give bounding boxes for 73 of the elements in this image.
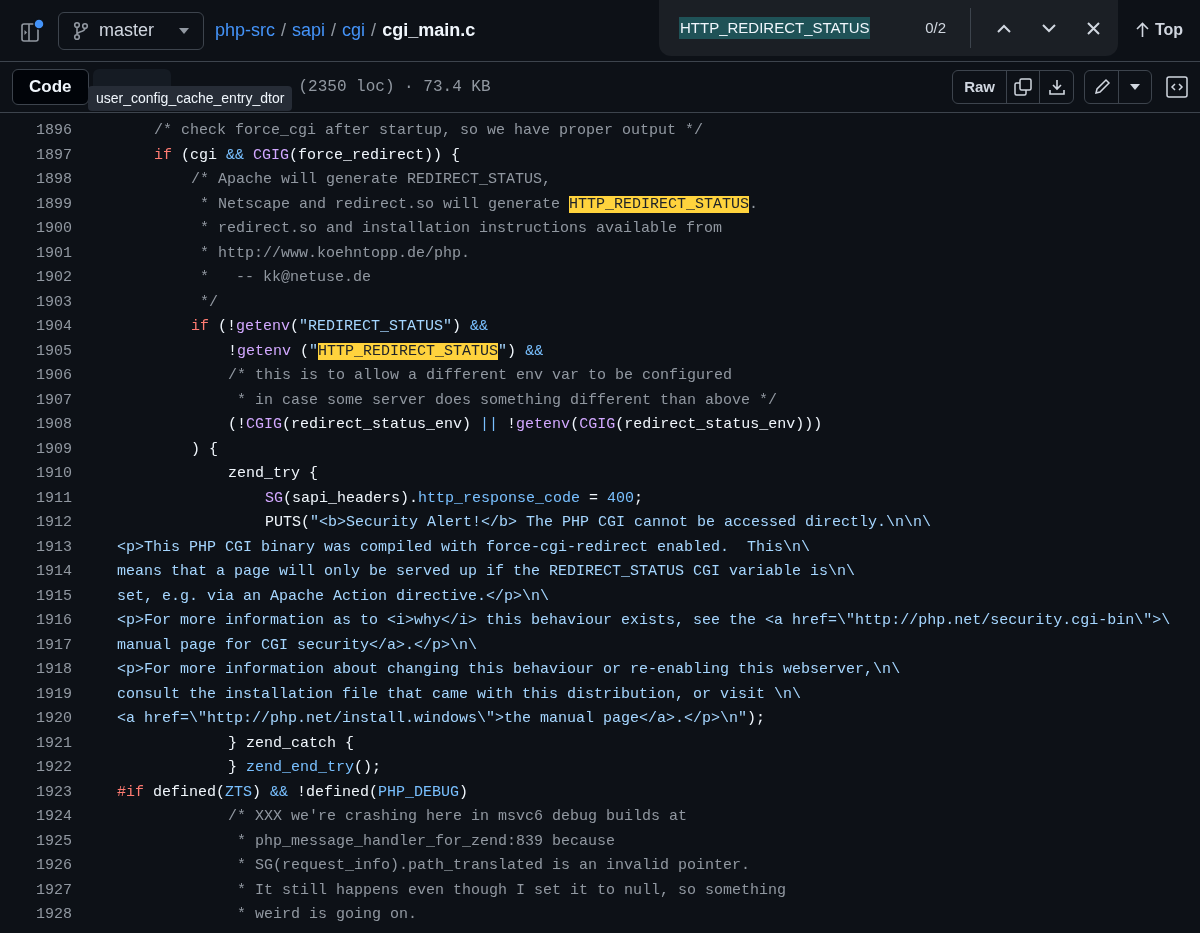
line-number: 1918 bbox=[35, 660, 72, 680]
breadcrumb-separator: / bbox=[331, 19, 337, 42]
line-number: 1914 bbox=[35, 562, 72, 582]
code-line: <p>For more information as to <i>why</i> this behaviour exists, see the <a href=\"http://php.net/security.cgi-bin\">\ bbox=[117, 611, 1171, 631]
line-number: 1900 bbox=[35, 219, 72, 239]
line-number: 1905 bbox=[35, 341, 72, 362]
line-number: 1906 bbox=[35, 366, 72, 386]
line-number: 1921 bbox=[35, 733, 72, 754]
line-number: 1922 bbox=[35, 758, 72, 778]
line-number: 1908 bbox=[35, 415, 72, 435]
breadcrumb-separator: / bbox=[371, 19, 377, 42]
code-line: <p>For more information about changing this behaviour or re-enabling this webserver,\n\ bbox=[117, 660, 901, 680]
breadcrumb-separator: / bbox=[281, 19, 287, 42]
code-line: } zend_end_try(); bbox=[227, 758, 382, 778]
code-line: /* check force_cgi after startup, so we have proper output */ bbox=[153, 121, 704, 141]
file-name: cgi_main.c bbox=[382, 19, 476, 42]
line-number: 1925 bbox=[35, 831, 72, 852]
line-number: 1897 bbox=[35, 145, 72, 166]
line-number: 1911 bbox=[35, 488, 72, 509]
code-line: if (cgi && CGIG(force_redirect)) { bbox=[153, 145, 461, 166]
code-line: * It still happens even though I set it to null, so something bbox=[236, 880, 787, 901]
tooltip: user_config_cache_entry_dtor bbox=[88, 86, 293, 111]
line-number: 1903 bbox=[35, 292, 72, 313]
code-line: * -- kk@netuse.de bbox=[199, 268, 372, 288]
code-line: manual page for CGI security</a>.</p>\n\ bbox=[117, 635, 478, 656]
code-line: (!CGIG(redirect_status_env) || !getenv(CGIG(redirect_status_env))) bbox=[227, 415, 823, 435]
code-line: consult the installation file that came with this distribution, or visit \n\ bbox=[117, 684, 802, 705]
line-number: 1896 bbox=[35, 121, 72, 141]
line-number: 1926 bbox=[35, 856, 72, 876]
line-number: 1915 bbox=[35, 586, 72, 607]
line-number: 1898 bbox=[35, 170, 72, 190]
code-line: !getenv ("HTTP_REDIRECT_STATUS") && bbox=[227, 341, 544, 362]
code-line: * redirect.so and installation instructions available from bbox=[199, 219, 723, 239]
code-line: */ bbox=[199, 292, 218, 313]
code-line: /* XXX we're crashing here in msvc6 debug builds at bbox=[227, 807, 688, 827]
file-info: (2350 loc) · 73.4 KB bbox=[298, 77, 491, 98]
line-number: 1919 bbox=[35, 684, 72, 705]
line-number: 1902 bbox=[35, 268, 72, 288]
line-number: 1899 bbox=[35, 194, 72, 215]
code-line: * php_message_handler_for_zend:839 because bbox=[236, 831, 616, 852]
line-number: 1909 bbox=[35, 439, 72, 460]
line-number: 1920 bbox=[35, 709, 72, 729]
code-line: set, e.g. via an Apache Action directive.</p>\n\ bbox=[117, 586, 550, 607]
code-line: * SG(request_info).path_translated is an invalid pointer. bbox=[236, 856, 751, 876]
line-number: 1916 bbox=[35, 611, 72, 631]
code-line: zend_try { bbox=[227, 464, 318, 484]
code-line: <a href=\"http://php.net/install.windows\">the manual page</a>.</p>\n"); bbox=[117, 709, 766, 729]
line-number: 1927 bbox=[35, 880, 72, 901]
code-line: /* this is to allow a different env var to be configured bbox=[227, 366, 733, 386]
line-number: 1907 bbox=[35, 390, 72, 411]
match-count: 0/2 bbox=[925, 17, 946, 38]
code-line: means that a page will only be served up if the REDIRECT_STATUS CGI variable is\n\ bbox=[117, 562, 856, 582]
code-line: if (!getenv("REDIRECT_STATUS") && bbox=[190, 317, 489, 337]
code-line: } zend_catch { bbox=[227, 733, 355, 754]
code-line: * Netscape and redirect.so will generate HTTP_REDIRECT_STATUS. bbox=[199, 194, 759, 215]
code-line: /* Apache will generate REDIRECT_STATUS, bbox=[190, 170, 552, 190]
code-line: <p>This PHP CGI binary was compiled with force-cgi-redirect enabled. This\n\ bbox=[117, 537, 811, 558]
line-number: 1928 bbox=[35, 905, 72, 925]
code-line: PUTS("<b>Security Alert!</b> The PHP CGI cannot be accessed directly.\n\n\ bbox=[264, 513, 932, 533]
line-number: 1904 bbox=[35, 317, 72, 337]
code-line: * in case some server does something different than above */ bbox=[236, 390, 778, 411]
code-line: * weird is going on. bbox=[236, 905, 418, 925]
line-number: 1910 bbox=[35, 464, 72, 484]
line-number: 1913 bbox=[35, 537, 72, 558]
line-number: 1901 bbox=[35, 243, 72, 264]
line-number: 1924 bbox=[35, 807, 72, 827]
code-line: #if defined(ZTS) && !defined(PHP_DEBUG) bbox=[117, 782, 469, 803]
line-number: 1923 bbox=[35, 782, 72, 803]
line-number: 1912 bbox=[35, 513, 72, 533]
code-line: * http://www.koehntopp.de/php. bbox=[199, 243, 471, 264]
code-line: ) { bbox=[190, 439, 218, 460]
line-number: 1917 bbox=[35, 635, 72, 656]
code-line: SG(sapi_headers).http_response_code = 400; bbox=[264, 488, 644, 509]
